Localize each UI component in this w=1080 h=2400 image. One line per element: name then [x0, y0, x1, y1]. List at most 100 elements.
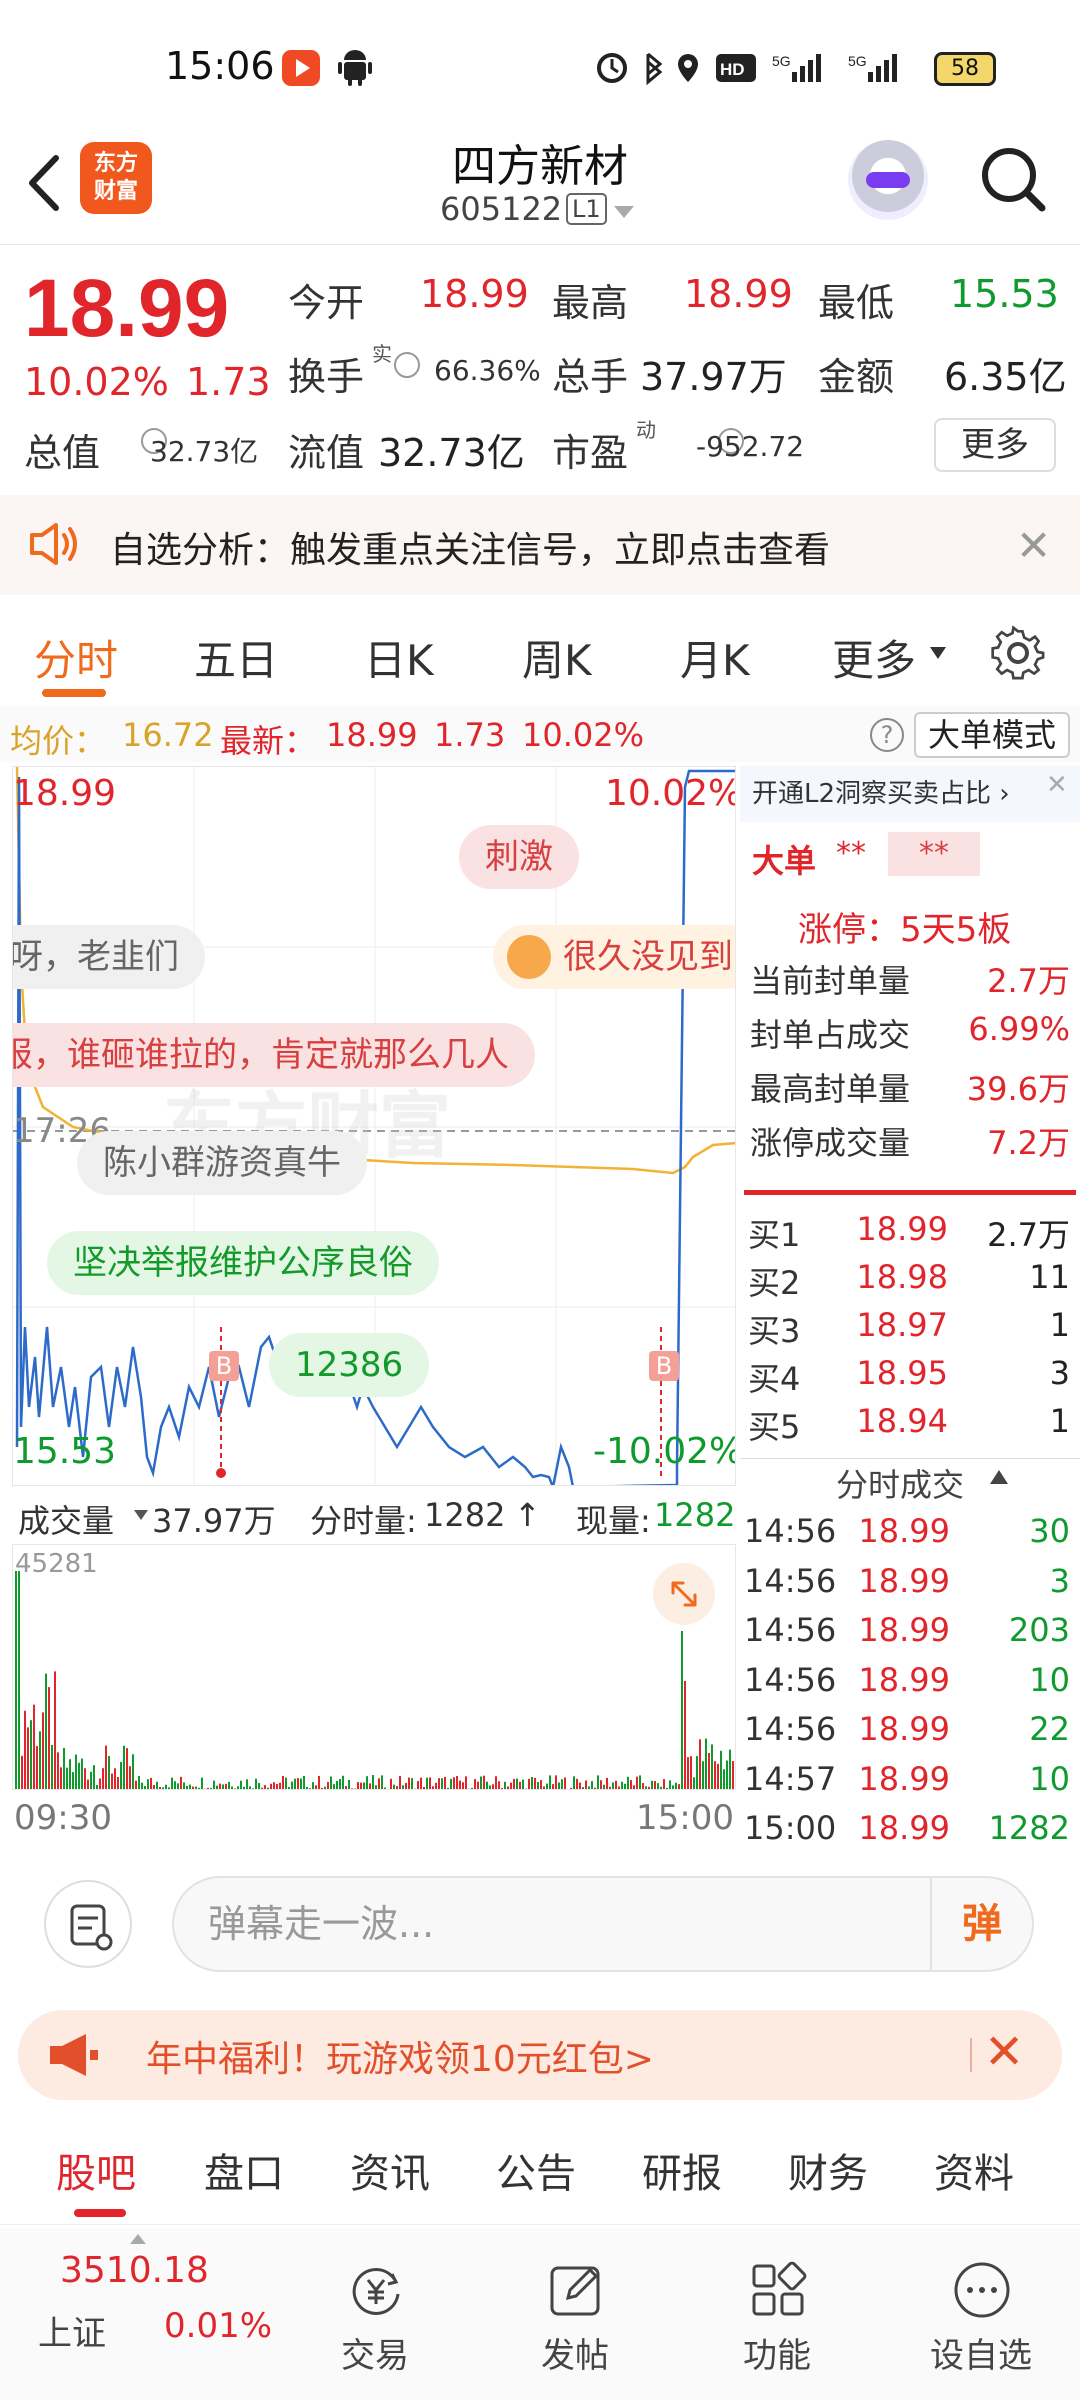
comment-settings-icon[interactable]	[44, 1880, 132, 1968]
close-icon[interactable]: ✕	[1046, 770, 1068, 800]
expand-icon[interactable]	[653, 1563, 715, 1625]
volume-bar	[453, 1777, 455, 1789]
eastmoney-logo[interactable]: 东方财富	[80, 142, 152, 214]
volume-bar	[435, 1782, 437, 1789]
trade-icon	[352, 2268, 400, 2315]
back-arrow-icon[interactable]	[20, 148, 70, 218]
nav-functions[interactable]: 功能	[692, 2228, 862, 2400]
close-icon[interactable]: ✕	[1016, 521, 1051, 570]
caret-down-icon[interactable]	[930, 647, 946, 659]
danmu-comment[interactable]: 报，谁砸谁拉的，肯定就那么几人	[13, 1023, 535, 1087]
average-info-bar: 均价： 16.72 最新： 18.99 1.73 10.02% ? 大单模式	[0, 706, 1080, 762]
nav-post[interactable]: 发帖	[490, 2228, 660, 2400]
volume-selector[interactable]: 成交量	[18, 1496, 114, 1542]
volume-bar	[48, 1687, 50, 1789]
tab-more[interactable]: 更多	[832, 627, 916, 688]
tab-weekly-k[interactable]: 周K	[522, 627, 592, 688]
tab-five-day[interactable]: 五日	[194, 627, 278, 688]
volume-bar	[417, 1781, 419, 1789]
volume-bar	[18, 1571, 20, 1789]
limit-stat-row: 涨停成交量 7.2万	[740, 1118, 1080, 1166]
pe-label: 市盈	[552, 431, 629, 475]
promo-banner[interactable]: 年中福利！玩游戏领10元红包> ✕	[18, 2010, 1062, 2100]
volume-bar	[126, 1748, 128, 1789]
volume-bar	[369, 1783, 371, 1789]
close-icon[interactable]: ✕	[984, 2024, 1024, 2080]
danmu-comment[interactable]: 呀，老韭们	[13, 925, 205, 989]
big-order-mode-button[interactable]: 大单模式	[914, 712, 1070, 758]
volume-bar	[135, 1780, 137, 1789]
volume-bar	[132, 1754, 134, 1789]
volume-bar	[504, 1781, 506, 1789]
bid-row[interactable]: 买1 18.99 2.7万	[740, 1210, 1080, 1258]
volume-bar	[723, 1769, 725, 1789]
volume-bar	[387, 1788, 389, 1789]
volume-bar	[531, 1776, 533, 1789]
volume-bar	[243, 1786, 245, 1789]
tab-finance[interactable]: 财务	[788, 2141, 868, 2199]
index-name[interactable]: 上证	[38, 2306, 106, 2355]
volume-bar	[246, 1779, 248, 1789]
caret-up-icon[interactable]	[130, 2234, 146, 2244]
volume-bar	[315, 1785, 317, 1789]
level-badge[interactable]: L1	[566, 193, 607, 225]
tab-daily-k[interactable]: 日K	[364, 627, 434, 688]
tab-intraday[interactable]: 分时	[34, 627, 118, 688]
danmu-comment[interactable]: 12386	[269, 1333, 430, 1397]
tab-orderbook[interactable]: 盘口	[204, 2141, 284, 2199]
more-button[interactable]: 更多	[934, 418, 1056, 472]
latest-change: 1.73	[434, 716, 506, 754]
danmu-comment[interactable]: 刺激	[459, 825, 579, 889]
volume-bar	[309, 1788, 311, 1789]
bid-row[interactable]: 买5 18.94 1	[740, 1402, 1080, 1450]
intraday-chart[interactable]: 东方财富 18.99 10.02% 15.53 -10.02% 17:26 B …	[12, 766, 736, 1486]
volume-bar	[687, 1757, 689, 1789]
buy-marker[interactable]: B	[649, 1351, 679, 1381]
info-dots-icon[interactable]	[394, 352, 420, 378]
quote-panel: 18.99 10.02% 1.73 今开 18.99 最高 18.99 最低 1…	[0, 250, 1080, 490]
stock-name: 四方新材	[452, 141, 628, 192]
danmu-input[interactable]: 弹幕走一波...	[172, 1876, 1034, 1972]
caret-up-icon[interactable]	[990, 1470, 1008, 1484]
nav-trade[interactable]: 交易	[290, 2228, 460, 2400]
volume-bar	[663, 1779, 665, 1789]
bid-row[interactable]: 买2 18.98 11	[740, 1258, 1080, 1306]
bid-row[interactable]: 买4 18.95 3	[740, 1354, 1080, 1402]
tab-news[interactable]: 资讯	[350, 2141, 430, 2199]
alert-banner[interactable]: 自选分析：触发重点关注信号，立即点击查看 ✕	[0, 495, 1080, 595]
volume-bar	[99, 1778, 101, 1789]
robot-assistant-icon[interactable]	[848, 140, 928, 220]
volume-bar	[693, 1777, 695, 1789]
mktcap-value: 32.73亿	[150, 435, 259, 468]
danmu-comment[interactable]: 很久没见到	[493, 925, 735, 989]
volume-bar	[63, 1747, 65, 1789]
danmu-comment[interactable]: 坚决举报维护公序良俗	[47, 1231, 439, 1295]
stock-code[interactable]: 605122	[440, 190, 562, 228]
buy-marker[interactable]: B	[209, 1351, 239, 1381]
chevron-down-icon[interactable]	[614, 206, 634, 218]
tab-forum[interactable]: 股吧	[56, 2141, 136, 2199]
big-order-masked[interactable]: **	[888, 832, 980, 876]
danmu-text: 很久没见到	[563, 937, 733, 977]
tab-announcements[interactable]: 公告	[496, 2141, 576, 2199]
tab-research[interactable]: 研报	[642, 2141, 722, 2199]
caret-down-icon[interactable]	[134, 1510, 148, 1520]
tab-monthly-k[interactable]: 月K	[680, 627, 750, 688]
tick-price: 18.99	[858, 1561, 950, 1600]
l2-upgrade-banner[interactable]: 开通L2洞察买卖占比 ›	[740, 766, 1080, 822]
bid-label: 买1	[748, 1216, 801, 1254]
volume-bar	[729, 1749, 731, 1789]
nav-add-watchlist[interactable]: 设自选	[896, 2228, 1066, 2400]
search-icon[interactable]	[978, 144, 1048, 214]
help-icon[interactable]: ?	[870, 718, 904, 752]
bid-row[interactable]: 买3 18.97 1	[740, 1306, 1080, 1354]
send-danmu-button[interactable]: 弹	[930, 1878, 1032, 1970]
index-value[interactable]: 3510.18	[60, 2250, 209, 2291]
gear-icon[interactable]	[990, 625, 1046, 681]
volume-bar	[642, 1783, 644, 1789]
latest-percent: 10.02%	[522, 716, 645, 754]
danmu-comment[interactable]: 陈小群游资真牛	[77, 1131, 367, 1195]
tab-profile[interactable]: 资料	[934, 2141, 1014, 2199]
volume-chart[interactable]: 45281	[12, 1544, 736, 1790]
volume-bar	[462, 1782, 464, 1789]
